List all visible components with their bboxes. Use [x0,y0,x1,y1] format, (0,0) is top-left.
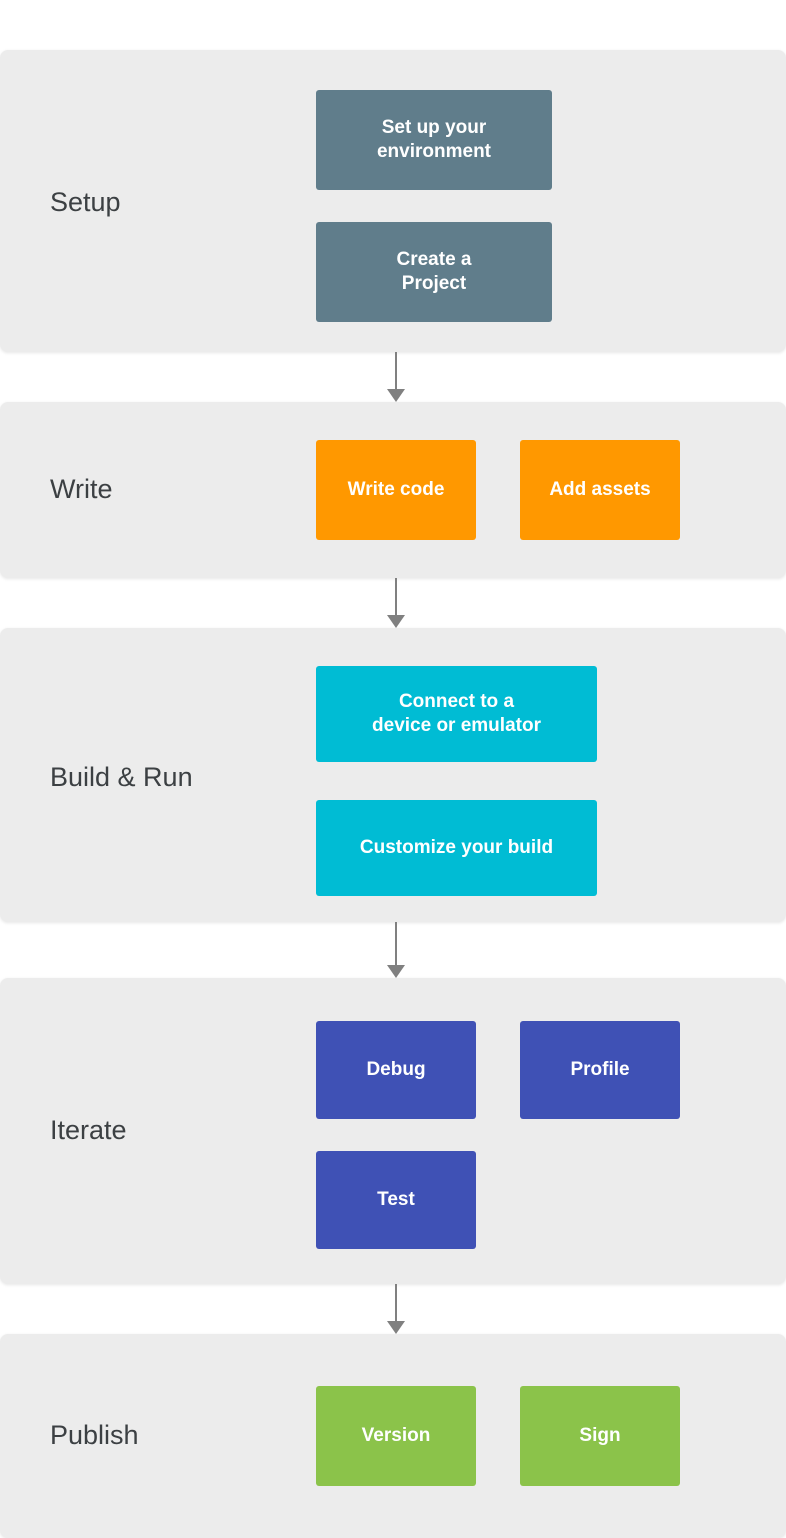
node-add-assets[interactable]: Add assets [520,440,680,540]
stage-label-write: Write [50,474,113,505]
connector-arrow-build-and-run-to-iterate [383,922,409,978]
stage-label-build-and-run: Build & Run [50,762,193,793]
connector-arrow-setup-to-write [383,352,409,402]
stage-label-setup: Setup [50,187,121,218]
stage-label-publish: Publish [50,1420,139,1451]
node-sign[interactable]: Sign [520,1386,680,1486]
node-set-up-your-environment[interactable]: Set up your environment [316,90,552,190]
node-customize-your-build[interactable]: Customize your build [316,800,597,896]
connector-arrow-write-to-build-and-run [383,578,409,628]
node-version[interactable]: Version [316,1386,476,1486]
node-create-a-project[interactable]: Create a Project [316,222,552,322]
connector-arrow-iterate-to-publish [383,1284,409,1334]
node-debug[interactable]: Debug [316,1021,476,1119]
node-test[interactable]: Test [316,1151,476,1249]
node-profile[interactable]: Profile [520,1021,680,1119]
stage-label-iterate: Iterate [50,1115,127,1146]
node-connect-to-a-device-or-emulator[interactable]: Connect to a device or emulator [316,666,597,762]
workflow-diagram: Setup Set up your environment Create a Pro… [0,0,786,1538]
node-write-code[interactable]: Write code [316,440,476,540]
